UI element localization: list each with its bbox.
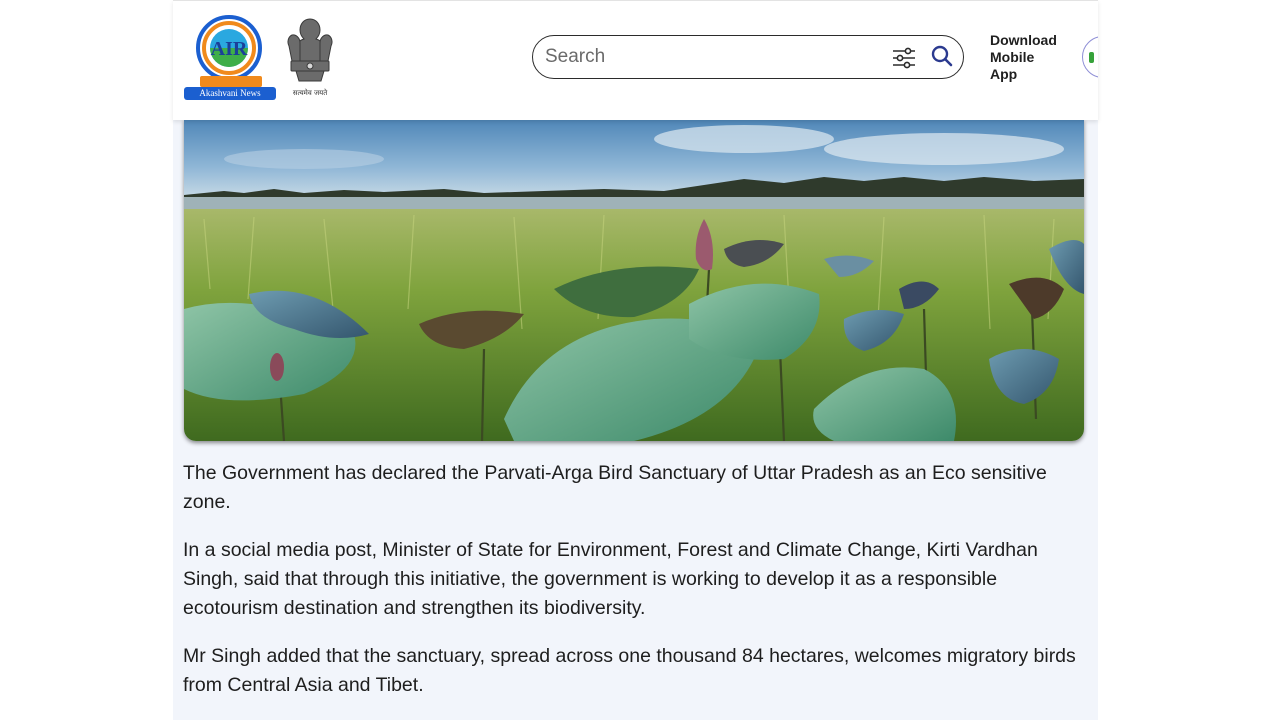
logo-label: Akashvani News — [184, 87, 276, 100]
article-paragraph: The Government has declared the Parvati-… — [183, 462, 1047, 513]
article-container: The Government has declared the Parvati-… — [173, 119, 1098, 720]
site-header: AIR Akashvani News सत्यमेव जयते Search D… — [173, 0, 1098, 120]
akashvani-logo[interactable]: AIR Akashvani News — [183, 15, 279, 101]
air-logo-band — [200, 76, 262, 87]
filter-icon[interactable] — [892, 47, 916, 69]
air-logo-icon: AIR — [196, 15, 262, 81]
search-bar[interactable] — [532, 35, 964, 79]
article-body: The Government has declared the Parvati-… — [183, 459, 1083, 719]
svg-text:AIR: AIR — [211, 38, 248, 60]
hero-image — [184, 119, 1084, 441]
emblem-motto: सत्यमेव जयते — [292, 89, 328, 97]
article-paragraph: Mr Singh added that the sanctuary, sprea… — [183, 645, 1076, 696]
wetland-lotus-image — [184, 119, 1084, 441]
national-emblem: सत्यमेव जयते — [283, 15, 337, 101]
app-badge[interactable] — [1082, 36, 1098, 80]
android-icon — [1089, 52, 1094, 63]
download-app-link[interactable]: Download Mobile App — [990, 32, 1074, 83]
search-input[interactable] — [545, 45, 875, 69]
page: AIR Akashvani News सत्यमेव जयते Search D… — [0, 0, 1280, 720]
article-paragraph: In a social media post, Minister of Stat… — [183, 539, 1038, 619]
emblem-icon — [287, 18, 333, 82]
search-icon[interactable] — [930, 44, 954, 68]
